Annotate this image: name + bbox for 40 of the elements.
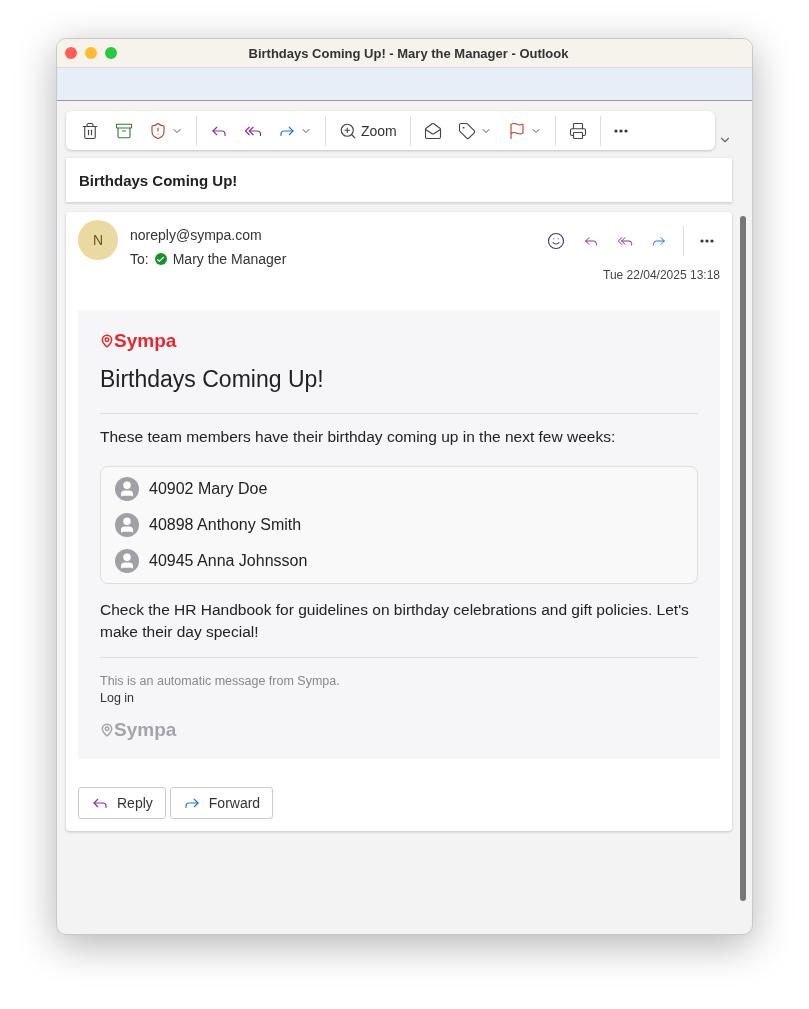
person-name: 40945 Anna Johnsson [149,552,308,570]
recipient-name[interactable]: Mary the Manager [172,251,287,267]
person-icon [115,477,139,501]
to-label: To: [130,251,149,267]
intro-text: These team members have their birthday coming up in the next few weeks: [100,427,617,447]
pin-icon [100,723,114,737]
email-heading: Birthdays Coming Up! [100,366,325,393]
minimize-button[interactable] [85,47,97,59]
zoom-button[interactable]: Zoom [332,114,404,147]
person-icon [115,513,139,537]
shield-icon [149,121,167,140]
tag-icon [457,121,476,140]
more-icon [613,128,628,133]
sender-address: noreply@sympa.com [130,227,263,243]
zoom-in-icon [339,121,357,140]
verified-check-icon [154,253,167,265]
reply-button[interactable]: Reply [78,787,166,819]
envelope-icon [423,121,442,140]
person-icon [115,549,139,573]
archive-box-icon [115,121,133,140]
close-button[interactable] [65,47,77,59]
scrollbar[interactable] [740,216,746,901]
sympa-logo: Sympa [114,330,177,352]
trash-icon [81,121,99,140]
forward-button[interactable]: Forward [169,787,274,819]
more-icon [700,239,714,243]
flag-icon [507,121,526,140]
person-name: 40898 Anthony Smith [149,516,302,534]
zoom-window-button[interactable] [105,47,117,59]
smiley-icon [547,232,565,250]
person-name: 40902 Mary Doe [149,480,268,498]
printer-icon [568,121,587,140]
login-link[interactable]: Log in [100,691,698,705]
footer-note: This is an automatic message from Sympa. [100,674,341,688]
closing-text: Check the HR Handbook for guidelines on birthday celebrations and gift policies. Let's make their day special! [100,600,690,642]
sender-avatar: N [78,220,118,260]
message-date: Tue 22/04/2025 13:18 [603,268,720,282]
pin-icon [100,334,114,348]
footer-logo: Sympa [114,719,177,741]
window-title: Birthdays Coming Up! - Mary the Manager - Outlook [247,45,570,61]
